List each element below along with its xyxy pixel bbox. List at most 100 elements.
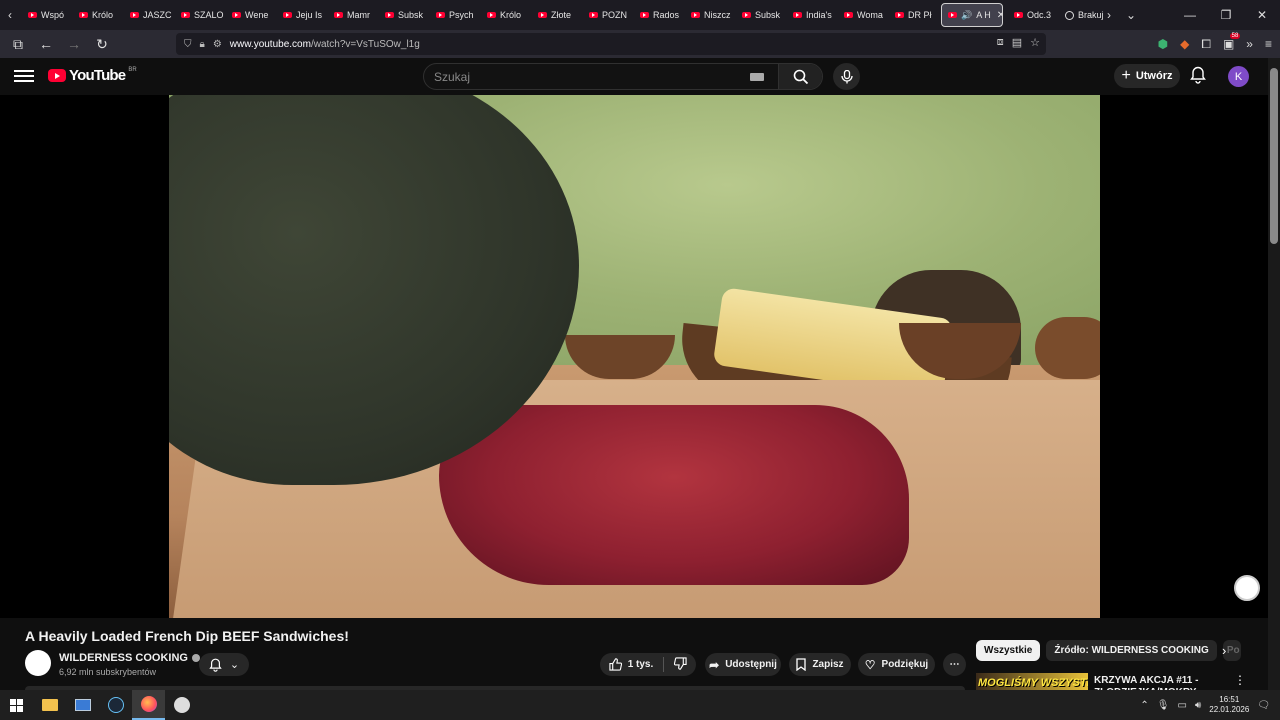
page-scrollbar[interactable] (1268, 58, 1280, 690)
back-button-icon[interactable]: ← (34, 32, 58, 56)
thanks-button[interactable]: ♡ Podziękuj (858, 653, 935, 676)
bookmark-star-icon[interactable]: ☆ (1030, 36, 1040, 49)
video-frame[interactable] (169, 95, 1100, 618)
channel-name-link[interactable]: WILDERNESS COOKING (59, 652, 200, 664)
dislike-button[interactable] (674, 656, 687, 673)
reload-button-icon[interactable]: ↻ (90, 32, 114, 56)
show-hidden-icons-chevron-icon[interactable]: ⌃ (1140, 700, 1148, 711)
app-taskbar-icon[interactable] (165, 690, 198, 720)
browser-tab[interactable]: Subsk (377, 0, 428, 30)
youtube-favicon-icon (487, 12, 496, 18)
close-tab-icon[interactable]: ✕ (997, 10, 1002, 21)
browser-tab[interactable]: Mamr (326, 0, 377, 30)
chip-all[interactable]: Wszystkie (976, 640, 1041, 661)
recommended-video-thumbnail[interactable]: MOGLIŚMY WSZYSTKO (976, 673, 1088, 690)
microphone-icon (840, 69, 853, 83)
youtube-favicon-icon (948, 12, 957, 18)
browser-tab[interactable]: Odc.3 (1006, 0, 1057, 30)
permissions-icon[interactable]: ⚙ (213, 39, 222, 50)
more-dots-icon: ⋯ (949, 659, 960, 670)
voice-search-button[interactable] (833, 63, 860, 90)
browser-tab[interactable]: Niszcz (683, 0, 734, 30)
browser-tab[interactable]: Wene (224, 0, 275, 30)
speaker-icon[interactable]: 🔊 (961, 10, 972, 21)
file-explorer-icon[interactable] (33, 690, 66, 720)
account-avatar[interactable]: K (1228, 66, 1249, 87)
notification-subscription-button[interactable]: ⌄ (199, 653, 249, 676)
scrollbar-thumb[interactable] (1270, 68, 1278, 244)
list-all-tabs-chevron-icon[interactable]: ⌄ (1120, 8, 1142, 22)
forward-button-icon[interactable]: → (62, 32, 86, 56)
site-favicon-icon (1065, 10, 1074, 20)
app-menu-icon[interactable]: ≡ (1265, 37, 1272, 51)
extensions-puzzle-icon[interactable]: ⧠ (1201, 37, 1211, 52)
sidebar-toggle-icon[interactable]: ⧉ (6, 32, 30, 56)
extension-badge-icon[interactable]: ▣ 58 (1223, 33, 1241, 51)
chip-from-channel[interactable]: Źródło: WILDERNESS COOKING (1046, 640, 1217, 661)
youtube-logo[interactable]: YouTube BR (48, 67, 137, 84)
recommended-video-title[interactable]: KRZYWA AKCJA #11 - ZŁODZIEJKA/MOKRY DYWA… (1094, 675, 1224, 690)
browser-tab[interactable]: Złote (530, 0, 581, 30)
tabs-scroll-right-button[interactable]: › (1098, 8, 1120, 22)
steam-icon[interactable] (99, 690, 132, 720)
save-button[interactable]: Zapisz (789, 653, 851, 676)
browser-tab[interactable]: India's (785, 0, 836, 30)
address-bar[interactable]: ⛉ 🔒︎ ⚙ www.youtube.com/watch?v=VsTuSOw_l… (176, 33, 1046, 55)
browser-tab[interactable]: Jeju Is (275, 0, 326, 30)
extension-shield-icon[interactable]: ⬢ (1158, 37, 1168, 51)
keyboard-icon[interactable] (750, 72, 764, 81)
taskbar-clock[interactable]: 16:51 22.01.2026 (1209, 695, 1249, 715)
video-player[interactable] (0, 95, 1268, 618)
chips-next-chevron-icon[interactable]: › (1222, 643, 1226, 658)
notification-center-icon[interactable]: 🗨︎ (1257, 700, 1270, 711)
tab-label: Niszcz (704, 10, 731, 20)
restore-window-button[interactable]: ❐ (1208, 8, 1244, 22)
extension-fox-icon[interactable]: ◆ (1180, 37, 1189, 51)
browser-tab[interactable]: SZALO (173, 0, 224, 30)
youtube-header: YouTube BR + Utwórz K (0, 58, 1268, 95)
url-text[interactable]: www.youtube.com/watch?v=VsTuSOw_l1g (230, 39, 420, 50)
guide-menu-icon[interactable] (14, 66, 34, 86)
browser-tab[interactable]: Rados (632, 0, 683, 30)
tab-label: Rados (653, 10, 680, 20)
tab-label: India's (806, 10, 832, 20)
browser-tab[interactable]: Królo (479, 0, 530, 30)
like-button[interactable]: 1 tys. (609, 658, 653, 671)
lock-icon[interactable]: 🔒︎ (200, 39, 205, 50)
minimize-window-button[interactable]: — (1172, 8, 1208, 22)
tracking-protection-shield-icon[interactable]: ⛉ (184, 39, 192, 50)
browser-tab[interactable]: JASZC (122, 0, 173, 30)
more-actions-button[interactable]: ⋯ (943, 653, 966, 676)
youtube-favicon-icon (334, 12, 343, 18)
firefox-taskbar-icon[interactable] (132, 690, 165, 720)
active-browser-tab[interactable]: 🔊 A H ✕ (941, 3, 1003, 27)
channel-watermark-logo[interactable] (1234, 575, 1260, 601)
browser-tab[interactable]: Wspó (20, 0, 71, 30)
browser-tab[interactable]: Królo (71, 0, 122, 30)
browser-tab[interactable]: POZN (581, 0, 632, 30)
search-input[interactable] (424, 69, 750, 84)
browser-tab[interactable]: Woma (836, 0, 887, 30)
reader-view-icon[interactable]: ▤ (1012, 36, 1022, 49)
picture-in-picture-icon[interactable]: ⧈ (997, 36, 1004, 49)
browser-tab[interactable]: Subsk (734, 0, 785, 30)
network-icon[interactable]: ▭ (1177, 700, 1186, 711)
save-label: Zapisz (812, 659, 844, 670)
share-button[interactable]: ➦ Udostępnij (705, 653, 781, 676)
bell-icon (1190, 66, 1206, 84)
close-window-button[interactable]: ✕ (1244, 8, 1280, 22)
microphone-tray-icon[interactable]: 🎙︎ (1157, 700, 1170, 711)
overflow-chevrons-icon[interactable]: » (1246, 37, 1253, 51)
remote-desktop-icon[interactable] (66, 690, 99, 720)
recommended-more-vertical-icon[interactable]: ⋮ (1234, 673, 1246, 687)
extension-badge-count: 58 (1229, 33, 1241, 39)
search-button[interactable] (778, 64, 822, 89)
notifications-button[interactable] (1190, 66, 1206, 89)
browser-tab[interactable]: DR Pł (887, 0, 938, 30)
browser-tab[interactable]: Psych (428, 0, 479, 30)
windows-start-icon[interactable] (0, 690, 33, 720)
volume-icon[interactable]: 🔊︎ (1195, 700, 1201, 711)
create-button[interactable]: + Utwórz (1114, 64, 1180, 88)
channel-avatar[interactable] (25, 650, 51, 676)
tabs-scroll-left-button[interactable]: ‹ (0, 0, 20, 30)
